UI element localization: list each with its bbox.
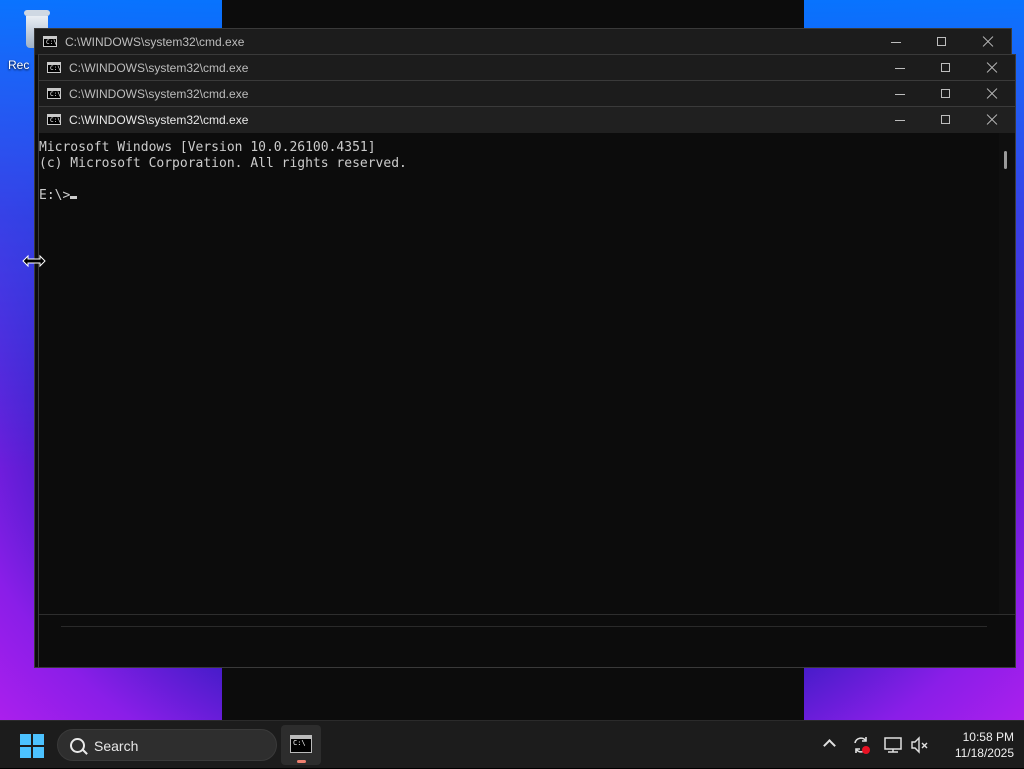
close-button[interactable]	[969, 81, 1015, 107]
network-icon[interactable]	[883, 735, 903, 755]
cmd-window-3-titlebar[interactable]: C:\ C:\WINDOWS\system32\cmd.exe	[39, 81, 1015, 107]
minimize-button[interactable]	[873, 29, 919, 55]
search-label: Search	[94, 738, 139, 754]
windows-start-icon[interactable]	[20, 734, 44, 758]
chevron-up-icon[interactable]	[820, 721, 840, 769]
taskbar: Search C:\ 10:58 PM 11/18/2025	[0, 720, 1024, 768]
clock-time: 10:58 PM	[962, 730, 1014, 744]
console-output[interactable]: Microsoft Windows [Version 10.0.26100.43…	[39, 133, 1015, 615]
horizontal-scrollbar[interactable]	[61, 616, 987, 627]
window-title: C:\WINDOWS\system32\cmd.exe	[69, 113, 249, 127]
recycle-bin-label: Rec	[8, 58, 30, 72]
cmd-icon: C:\	[47, 88, 61, 99]
command-prompt: E:\>	[39, 188, 71, 203]
cmd-app-icon: C:\	[290, 735, 312, 753]
volume-muted-icon[interactable]	[909, 735, 929, 755]
console-bottom-border	[39, 614, 1015, 615]
cmd-window-2-titlebar[interactable]: C:\ C:\WINDOWS\system32\cmd.exe	[39, 55, 1015, 81]
search-icon	[70, 738, 85, 753]
taskbar-search-box[interactable]: Search	[57, 729, 277, 761]
window-title: C:\WINDOWS\system32\cmd.exe	[69, 61, 249, 75]
close-button[interactable]	[965, 29, 1011, 55]
console-line: (c) Microsoft Corporation. All rights re…	[39, 156, 407, 171]
sync-icon[interactable]	[851, 735, 871, 755]
window-title: C:\WINDOWS\system32\cmd.exe	[65, 35, 245, 49]
close-button[interactable]	[969, 55, 1015, 81]
window-title: C:\WINDOWS\system32\cmd.exe	[69, 87, 249, 101]
maximize-button[interactable]	[923, 81, 969, 107]
vertical-scrollbar[interactable]	[999, 133, 1015, 615]
resize-horizontal-cursor-icon	[22, 254, 46, 268]
text-cursor	[70, 196, 78, 199]
app-running-indicator	[297, 760, 306, 763]
maximize-button[interactable]	[919, 29, 965, 55]
cmd-icon: C:\	[47, 114, 61, 125]
close-button[interactable]	[969, 107, 1015, 133]
minimize-button[interactable]	[877, 107, 923, 133]
taskbar-app-cmd[interactable]: C:\	[281, 725, 321, 765]
minimize-button[interactable]	[877, 55, 923, 81]
cmd-window-active[interactable]: C:\ C:\WINDOWS\system32\cmd.exe Microsof…	[38, 106, 1016, 668]
minimize-button[interactable]	[877, 81, 923, 107]
console-line: Microsoft Windows [Version 10.0.26100.43…	[39, 140, 376, 155]
maximize-button[interactable]	[923, 55, 969, 81]
scrollbar-thumb[interactable]	[1004, 151, 1007, 169]
cmd-window-active-titlebar[interactable]: C:\ C:\WINDOWS\system32\cmd.exe	[39, 107, 1015, 133]
maximize-button[interactable]	[923, 107, 969, 133]
system-clock[interactable]: 10:58 PM 11/18/2025	[934, 729, 1014, 761]
cmd-icon: C:\	[47, 62, 61, 73]
cmd-window-1-titlebar[interactable]: C:\ C:\WINDOWS\system32\cmd.exe	[35, 29, 1011, 55]
clock-date: 11/18/2025	[954, 746, 1014, 760]
cmd-icon: C:\	[43, 36, 57, 47]
